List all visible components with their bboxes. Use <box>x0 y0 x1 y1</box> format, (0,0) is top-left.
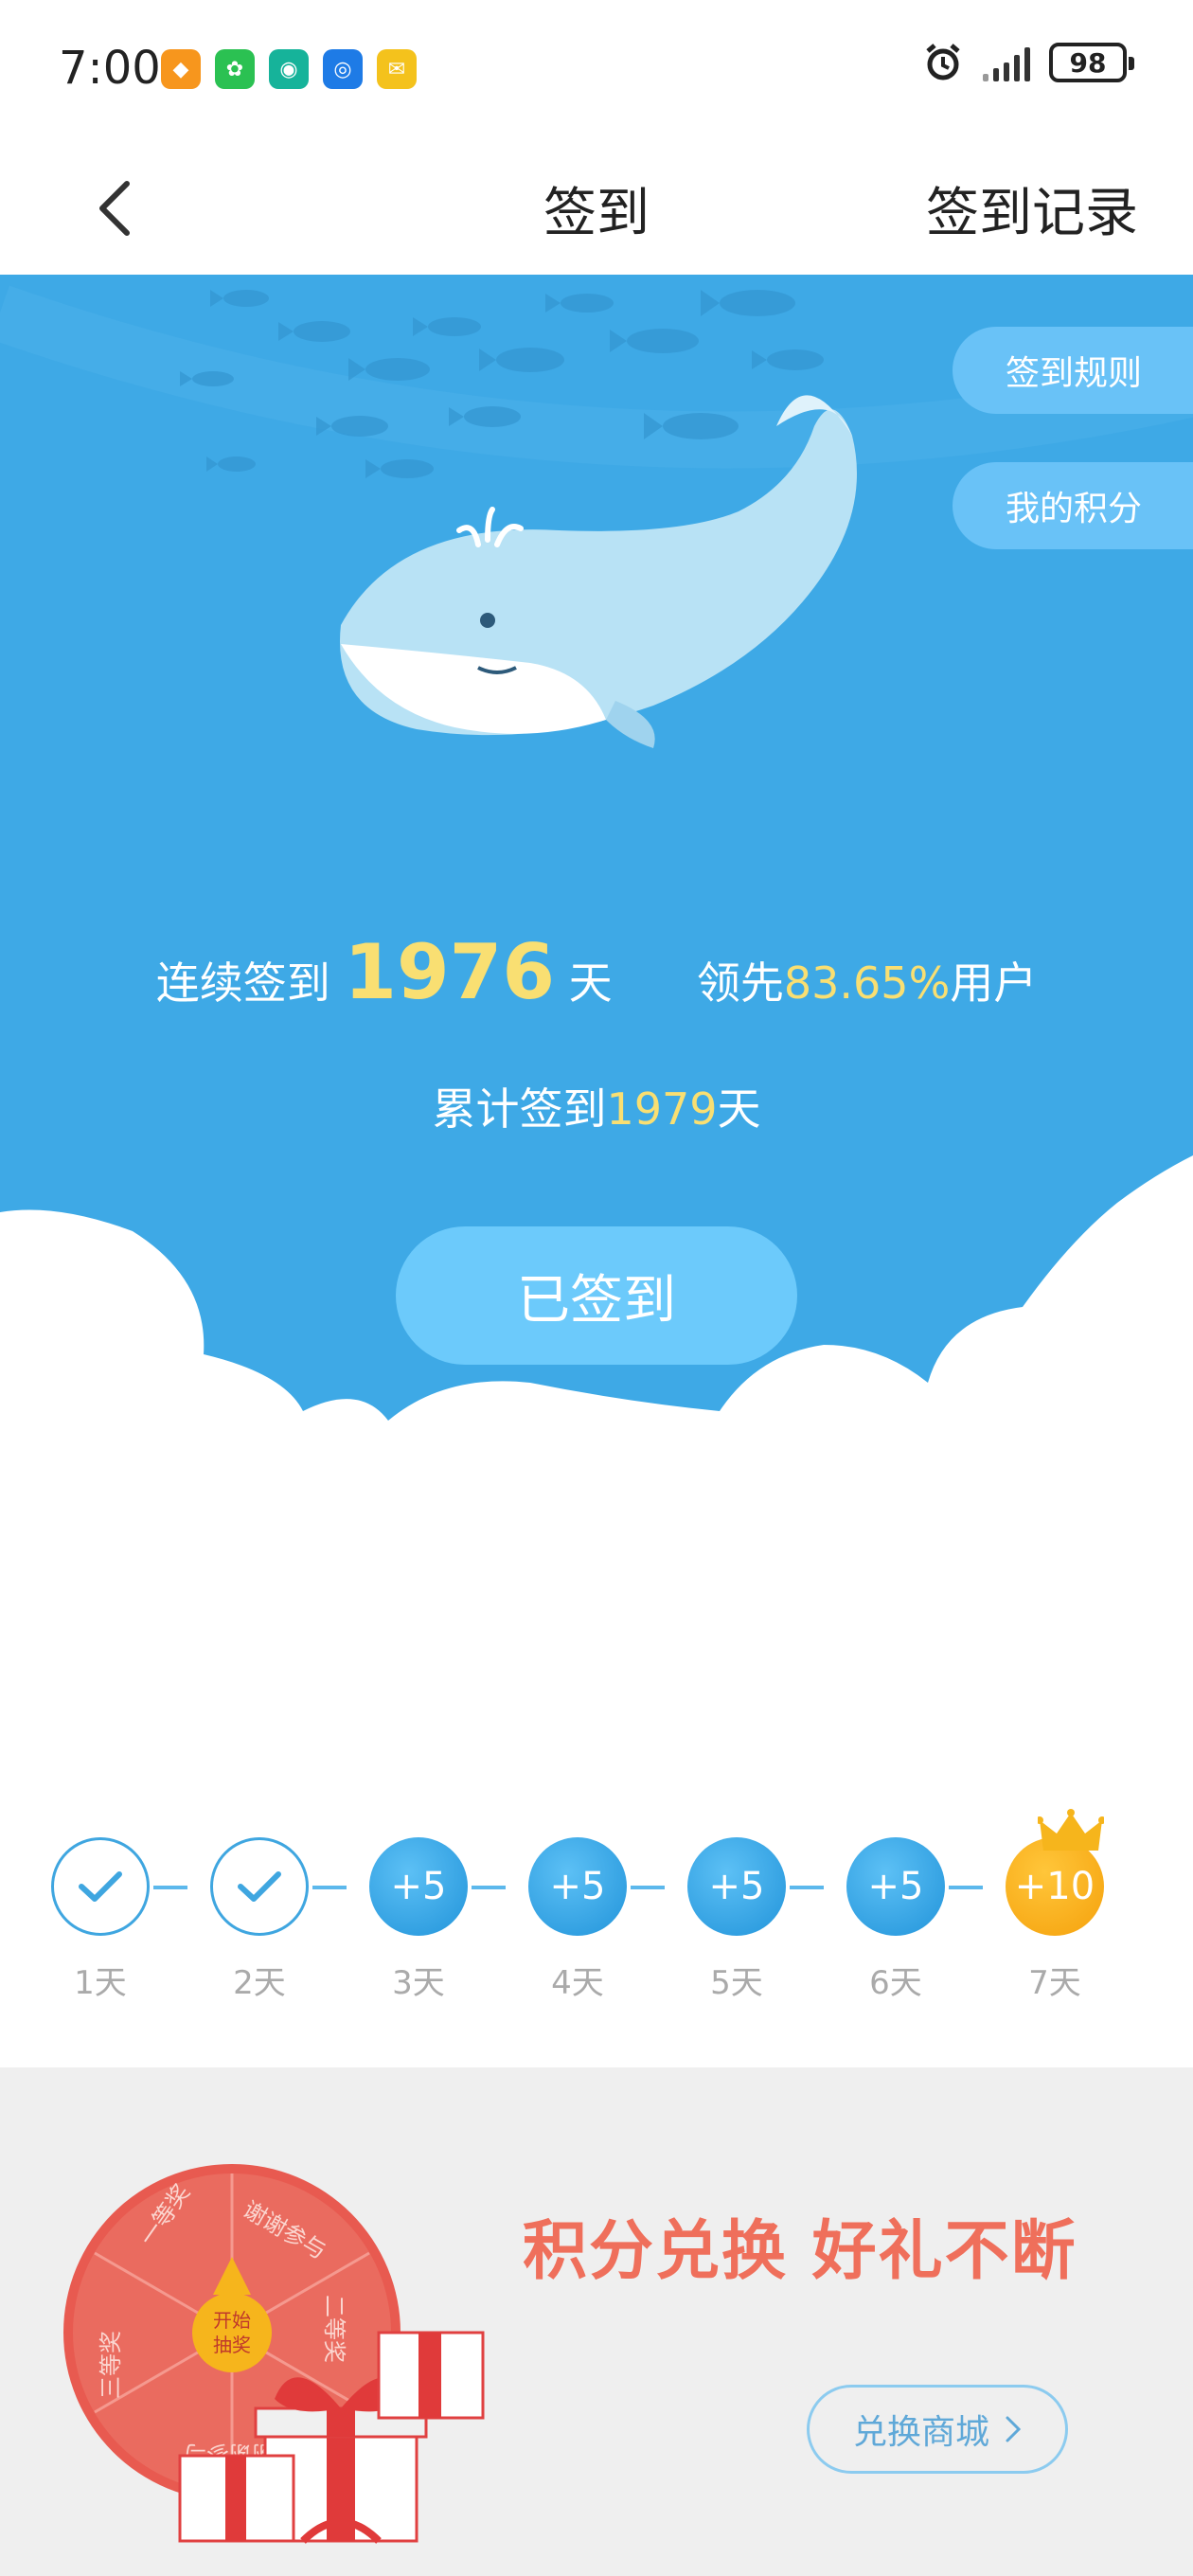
battery-icon: 98 <box>1049 43 1134 82</box>
day-reward: +5 <box>369 1837 468 1936</box>
lead-prefix: 领先 <box>696 957 784 1009</box>
day-label: 5天 <box>710 1964 763 2002</box>
day-item: 1天 <box>51 1837 150 2003</box>
progress-connector <box>312 1886 347 1889</box>
wechat-icon: ✿ <box>215 49 255 89</box>
app-teal-icon: ◉ <box>269 49 309 89</box>
day-reward: +5 <box>846 1837 945 1936</box>
points-mall-label: 兑换商城 <box>852 2413 989 2452</box>
hero-banner: 签到规则 我的积分 连续签到 1976 天 领先83.65%用户 累计签到197… <box>0 275 1193 1582</box>
total-prefix: 累计签到 <box>432 1083 607 1135</box>
total-unit: 天 <box>717 1083 761 1135</box>
day-item: +5 4天 <box>528 1837 627 2003</box>
total-line: 累计签到1979天 <box>0 1075 1193 1137</box>
day-item: 2天 <box>210 1837 309 2003</box>
status-indicators: 98 <box>922 42 1134 83</box>
promo-slogan: 积分兑换 好礼不断 <box>523 2214 1077 2289</box>
progress-connector <box>631 1886 665 1889</box>
check-icon <box>79 1871 122 1902</box>
sign-in-record-link[interactable]: 签到记录 <box>926 170 1138 247</box>
total-days: 1979 <box>606 1083 718 1135</box>
day-check-circle <box>51 1837 150 1936</box>
streak-unit: 天 <box>568 957 613 1009</box>
day-reward: +5 <box>687 1837 786 1936</box>
nav-bar: 签到 签到记录 <box>0 142 1193 275</box>
notification-icons: ◆ ✿ ◉ ◎ ✉ <box>161 49 417 89</box>
progress-connector <box>790 1886 824 1889</box>
rules-button[interactable]: 签到规则 <box>953 327 1193 414</box>
progress-connector <box>472 1886 506 1889</box>
streak-prefix: 连续签到 <box>155 957 330 1009</box>
crown-icon <box>1038 1809 1104 1851</box>
progress-connector <box>949 1886 983 1889</box>
streak-days: 1976 <box>344 928 555 1016</box>
chevron-right-icon <box>1006 2416 1022 2442</box>
day-label: 3天 <box>392 1964 445 2002</box>
wheel-segment-label: 二等奖 <box>321 2295 347 2363</box>
mail-icon: ✉ <box>377 49 417 89</box>
day-label: 4天 <box>551 1964 604 2002</box>
signal-icon <box>983 44 1030 81</box>
status-time: 7:00 <box>59 42 161 95</box>
day-item: +5 5天 <box>687 1837 786 2003</box>
check-icon <box>238 1871 281 1902</box>
lucky-wheel-icon: 一等奖 谢谢参与 二等奖 谢谢参与 三等奖 开始 抽奖 <box>63 2164 485 2544</box>
progress-connector <box>153 1886 187 1889</box>
wheel-center-label: 抽奖 <box>213 2334 251 2356</box>
day-label: 2天 <box>233 1964 286 2002</box>
day-item: +5 3天 <box>369 1837 468 2003</box>
lucky-wheel: 一等奖 谢谢参与 二等奖 谢谢参与 三等奖 开始 抽奖 <box>38 2143 568 2560</box>
day-item: +10 7天 <box>1006 1837 1104 2003</box>
streak-line: 连续签到 1976 天 领先83.65%用户 <box>0 928 1193 1016</box>
my-points-button[interactable]: 我的积分 <box>953 462 1193 549</box>
points-mall-button[interactable]: 兑换商城 <box>807 2385 1068 2474</box>
signed-in-button[interactable]: 已签到 <box>396 1226 797 1365</box>
day-label: 7天 <box>1028 1964 1081 2002</box>
app-blue-icon: ◎ <box>323 49 363 89</box>
status-bar: 7:00 ◆ ✿ ◉ ◎ ✉ 98 <box>0 0 1193 142</box>
day-label: 1天 <box>74 1964 127 2002</box>
app-orange-icon: ◆ <box>161 49 201 89</box>
sign-in-page: 7:00 ◆ ✿ ◉ ◎ ✉ 98 签到 签到记录 签到规则 我的积分 连续签到… <box>0 0 1193 2576</box>
alarm-icon <box>926 44 960 80</box>
day-label: 6天 <box>869 1964 922 2002</box>
lead-suffix: 用户 <box>950 957 1038 1009</box>
day-reward: +5 <box>528 1837 627 1936</box>
points-mall-promo[interactable]: 一等奖 谢谢参与 二等奖 谢谢参与 三等奖 开始 抽奖 积分兑换 好礼不断 兑换… <box>0 2067 1193 2576</box>
day-item: +5 6天 <box>846 1837 945 2003</box>
wheel-segment-label: 三等奖 <box>98 2331 124 2399</box>
week-progress: 1天 2天 +5 3天 +5 4天 +5 5天 +5 6天 +10 7天 <box>0 1809 1193 2027</box>
lead-percent: 83.65% <box>783 957 951 1009</box>
day-check-circle <box>210 1837 309 1936</box>
wheel-center-label: 开始 <box>213 2309 251 2332</box>
